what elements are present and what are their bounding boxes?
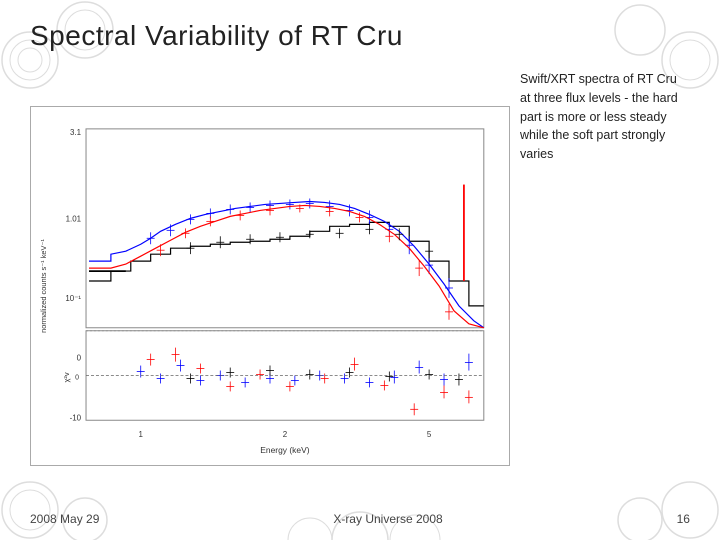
footer-page: 16 bbox=[677, 512, 690, 526]
svg-text:3.1: 3.1 bbox=[70, 128, 82, 137]
footer-date: 2008 May 29 bbox=[30, 512, 99, 526]
svg-text:χ²v: χ²v bbox=[62, 372, 71, 382]
svg-text:-10: -10 bbox=[70, 413, 82, 422]
svg-text:5: 5 bbox=[427, 430, 432, 439]
svg-text:2: 2 bbox=[283, 430, 288, 439]
footer-conference: X-ray Universe 2008 bbox=[333, 512, 442, 526]
sidebar-description: Swift/XRT spectra of RT Cru at three flu… bbox=[520, 66, 690, 506]
svg-text:0: 0 bbox=[77, 354, 82, 363]
svg-text:normalized counts s⁻¹ keV⁻¹: normalized counts s⁻¹ keV⁻¹ bbox=[39, 239, 48, 333]
footer: 2008 May 29 X-ray Universe 2008 16 bbox=[30, 506, 690, 530]
svg-text:Energy (keV): Energy (keV) bbox=[260, 445, 309, 455]
page-title: Spectral Variability of RT Cru bbox=[30, 20, 690, 52]
svg-text:0: 0 bbox=[75, 374, 79, 381]
svg-text:1: 1 bbox=[139, 430, 144, 439]
svg-text:1.01: 1.01 bbox=[66, 214, 82, 223]
svg-text:10⁻¹: 10⁻¹ bbox=[65, 294, 81, 303]
chart-area: normalized counts s⁻¹ keV⁻¹ 3.1 1.01 10⁻… bbox=[30, 66, 510, 506]
chart-image: normalized counts s⁻¹ keV⁻¹ 3.1 1.01 10⁻… bbox=[30, 106, 510, 466]
